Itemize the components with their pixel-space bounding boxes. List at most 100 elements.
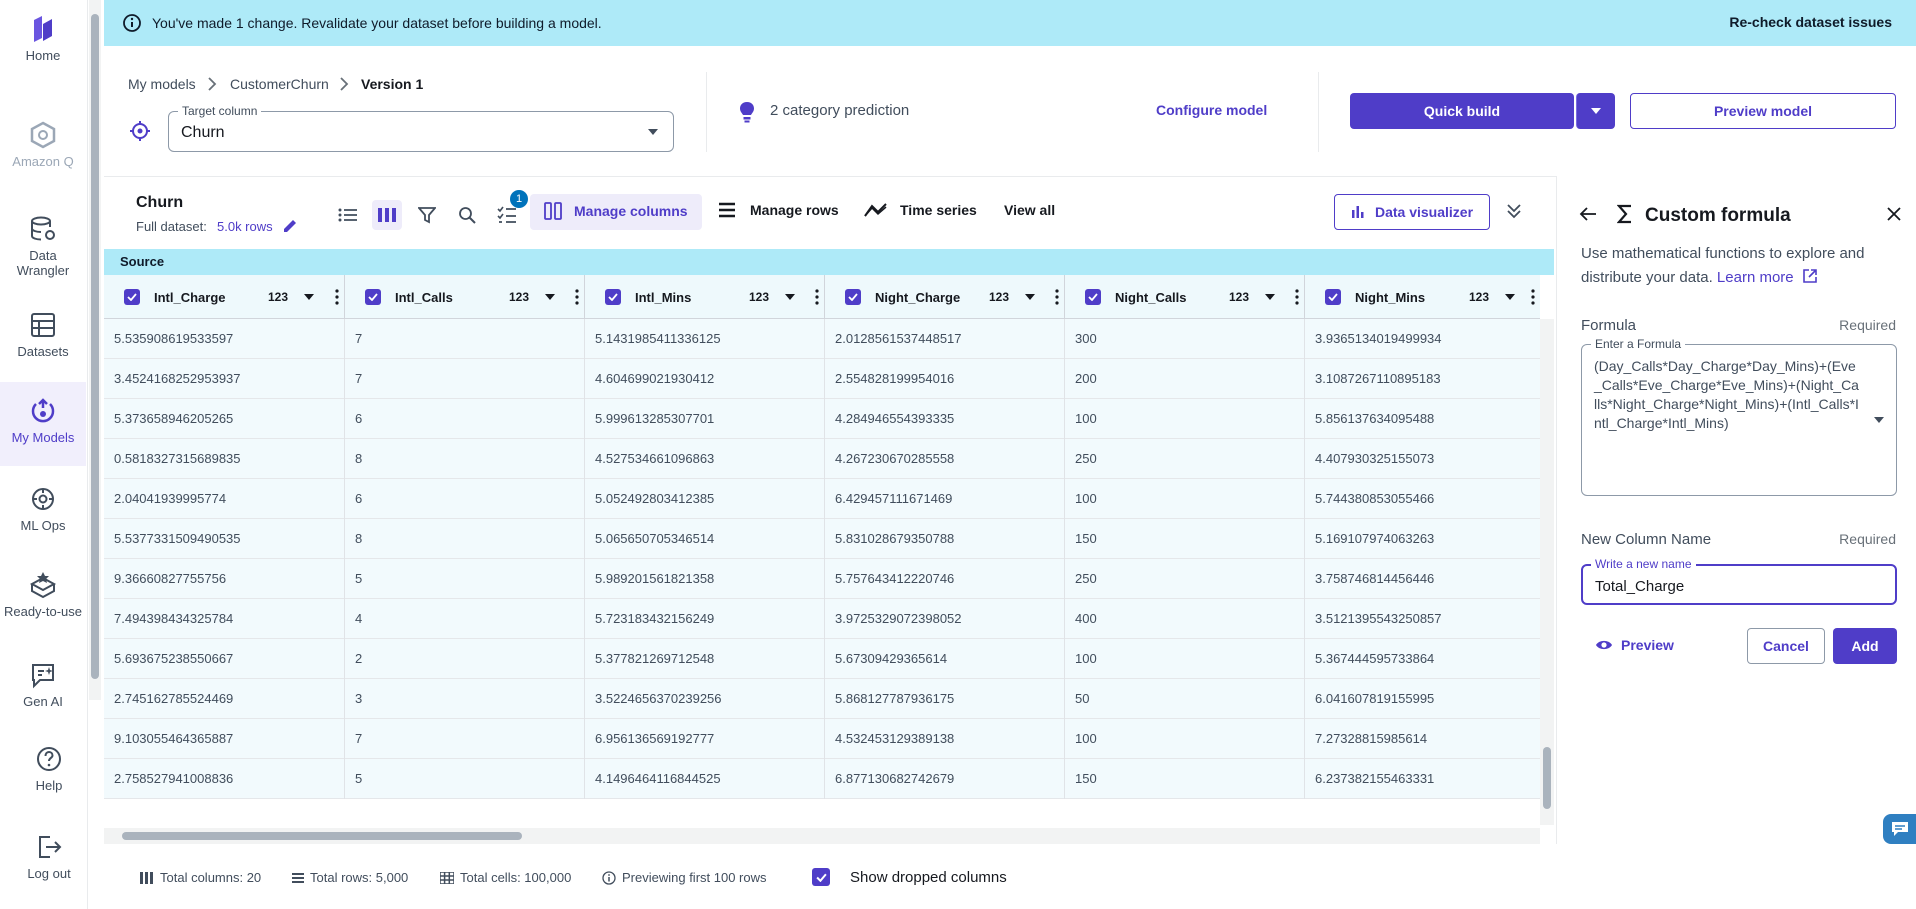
caret-down-icon[interactable] xyxy=(1505,294,1515,300)
learn-more-link[interactable]: Learn more xyxy=(1717,269,1794,286)
table-cell[interactable]: 4.267230670285558 xyxy=(825,439,1065,479)
column-checkbox[interactable] xyxy=(365,289,381,305)
nav-my-models[interactable]: My Models xyxy=(0,382,86,466)
table-cell[interactable]: 2.758527941008836 xyxy=(104,759,345,799)
table-cell[interactable]: 5 xyxy=(345,559,585,599)
breadcrumb-my-models[interactable]: My models xyxy=(128,76,196,92)
column-menu-icon[interactable] xyxy=(1531,289,1535,305)
table-cell[interactable]: 9.103055464365887 xyxy=(104,719,345,759)
nav-log-out[interactable]: Log out xyxy=(6,832,92,881)
nav-home[interactable]: Home xyxy=(0,14,86,63)
table-cell[interactable]: 5.5377331509490535 xyxy=(104,519,345,559)
column-menu-icon[interactable] xyxy=(575,289,579,305)
caret-down-icon[interactable] xyxy=(304,294,314,300)
table-cell[interactable]: 2.04041939995774 xyxy=(104,479,345,519)
manage-rows-button[interactable]: Manage rows xyxy=(718,202,839,218)
column-checkbox[interactable] xyxy=(1325,289,1341,305)
table-cell[interactable]: 5.367444595733864 xyxy=(1305,639,1540,679)
table-cell[interactable]: 7 xyxy=(345,359,585,399)
column-checkbox[interactable] xyxy=(605,289,621,305)
table-cell[interactable]: 4.532453129389138 xyxy=(825,719,1065,759)
table-cell[interactable]: 2.745162785524469 xyxy=(104,679,345,719)
table-cell[interactable]: 250 xyxy=(1065,559,1305,599)
column-checkbox[interactable] xyxy=(124,289,140,305)
recheck-dataset-button[interactable]: Re-check dataset issues xyxy=(1729,14,1892,30)
grid-vertical-scrollbar[interactable] xyxy=(1540,319,1554,825)
search-icon[interactable] xyxy=(452,200,482,230)
table-cell[interactable]: 6 xyxy=(345,399,585,439)
column-header[interactable]: Night_Calls 123 xyxy=(1065,275,1305,319)
table-cell[interactable]: 2 xyxy=(345,639,585,679)
column-checkbox[interactable] xyxy=(845,289,861,305)
table-cell[interactable]: 5.868127787936175 xyxy=(825,679,1065,719)
caret-down-icon[interactable] xyxy=(1265,294,1275,300)
column-menu-icon[interactable] xyxy=(815,289,819,305)
grid-view-icon[interactable] xyxy=(372,200,402,230)
nav-datasets[interactable]: Datasets xyxy=(0,310,86,359)
table-cell[interactable]: 200 xyxy=(1065,359,1305,399)
table-cell[interactable]: 5.169107974063263 xyxy=(1305,519,1540,559)
table-cell[interactable]: 5.723183432156249 xyxy=(585,599,825,639)
table-cell[interactable]: 3.1087267110895183 xyxy=(1305,359,1540,399)
column-menu-icon[interactable] xyxy=(335,289,339,305)
table-cell[interactable]: 150 xyxy=(1065,759,1305,799)
table-cell[interactable]: 8 xyxy=(345,439,585,479)
table-cell[interactable]: 5.693675238550667 xyxy=(104,639,345,679)
table-cell[interactable]: 5.377821269712548 xyxy=(585,639,825,679)
table-cell[interactable]: 6.237382155463331 xyxy=(1305,759,1540,799)
time-series-button[interactable]: Time series xyxy=(864,202,977,218)
manage-columns-button[interactable]: Manage columns xyxy=(544,202,688,220)
table-cell[interactable]: 4.284946554393335 xyxy=(825,399,1065,439)
table-cell[interactable]: 100 xyxy=(1065,719,1305,759)
nav-help[interactable]: Help xyxy=(6,744,92,793)
table-cell[interactable]: 4 xyxy=(345,599,585,639)
nav-ml-ops[interactable]: ML Ops xyxy=(0,484,86,533)
preview-button[interactable]: Preview xyxy=(1595,637,1674,653)
view-all-button[interactable]: View all xyxy=(1004,202,1055,218)
filter-icon[interactable] xyxy=(412,200,442,230)
table-cell[interactable]: 50 xyxy=(1065,679,1305,719)
nav-gen-ai[interactable]: Gen AI xyxy=(0,660,86,709)
nav-amazon-q[interactable]: Amazon Q xyxy=(0,120,86,169)
column-menu-icon[interactable] xyxy=(1295,289,1299,305)
column-header[interactable]: Intl_Calls 123 xyxy=(345,275,585,319)
list-view-icon[interactable] xyxy=(333,200,363,230)
nav-data-wrangler[interactable]: Data Wrangler xyxy=(0,214,86,278)
formula-input[interactable]: (Day_Calls*Day_Charge*Day_Mins)+(Eve_Cal… xyxy=(1581,344,1897,496)
caret-down-icon[interactable] xyxy=(1025,294,1035,300)
table-cell[interactable]: 7 xyxy=(345,719,585,759)
cancel-button[interactable]: Cancel xyxy=(1747,628,1825,664)
dataset-rows-link[interactable]: 5.0k rows xyxy=(217,219,273,234)
table-cell[interactable]: 5.065650705346514 xyxy=(585,519,825,559)
table-cell[interactable]: 300 xyxy=(1065,319,1305,359)
table-cell[interactable]: 6 xyxy=(345,479,585,519)
table-cell[interactable]: 3.5121395543250857 xyxy=(1305,599,1540,639)
table-cell[interactable]: 5.373658946205265 xyxy=(104,399,345,439)
table-cell[interactable]: 0.5818327315689835 xyxy=(104,439,345,479)
table-cell[interactable]: 100 xyxy=(1065,639,1305,679)
table-cell[interactable]: 3.758746814456446 xyxy=(1305,559,1540,599)
table-cell[interactable]: 5.831028679350788 xyxy=(825,519,1065,559)
table-cell[interactable]: 3.4524168252953937 xyxy=(104,359,345,399)
preview-model-button[interactable]: Preview model xyxy=(1630,93,1896,129)
caret-down-icon[interactable] xyxy=(1874,417,1884,423)
table-cell[interactable]: 4.604699021930412 xyxy=(585,359,825,399)
table-cell[interactable]: 5.535908619533597 xyxy=(104,319,345,359)
table-cell[interactable]: 6.041607819155995 xyxy=(1305,679,1540,719)
grid-horizontal-scrollbar[interactable] xyxy=(104,828,1540,844)
table-cell[interactable]: 100 xyxy=(1065,479,1305,519)
caret-down-icon[interactable] xyxy=(545,294,555,300)
configure-model-link[interactable]: Configure model xyxy=(1156,102,1267,118)
table-cell[interactable]: 9.36660827755756 xyxy=(104,559,345,599)
table-cell[interactable]: 5.744380853055466 xyxy=(1305,479,1540,519)
table-cell[interactable]: 5.757643412220746 xyxy=(825,559,1065,599)
table-cell[interactable]: 3.5224656370239256 xyxy=(585,679,825,719)
table-cell[interactable]: 5.856137634095488 xyxy=(1305,399,1540,439)
table-cell[interactable]: 5.1431985411336125 xyxy=(585,319,825,359)
table-cell[interactable]: 100 xyxy=(1065,399,1305,439)
breadcrumb-customer-churn[interactable]: CustomerChurn xyxy=(230,76,329,92)
table-cell[interactable]: 5.989201561821358 xyxy=(585,559,825,599)
show-dropped-checkbox[interactable] xyxy=(812,868,830,886)
table-cell[interactable]: 150 xyxy=(1065,519,1305,559)
column-header[interactable]: Intl_Charge 123 xyxy=(104,275,345,319)
